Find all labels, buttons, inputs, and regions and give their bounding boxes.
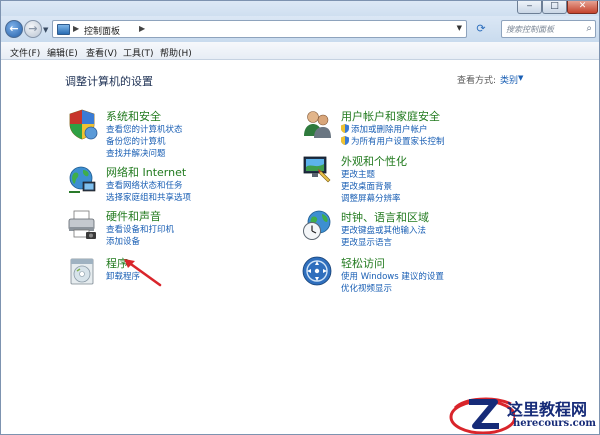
link-add-device[interactable]: 添加设备 [106,235,140,247]
navigation-bar: ← → ▼ ▶ 控制面板 ▶ ▼ ⟳ 搜索控制面板 ⌕ [0,16,600,42]
forward-button[interactable]: → [24,20,42,38]
refresh-icon[interactable]: ⟳ [471,21,491,37]
search-icon[interactable]: ⌕ [586,23,592,34]
uac-shield-icon [341,124,349,133]
address-bar[interactable]: ▶ 控制面板 ▶ ▼ [52,20,467,38]
close-button[interactable]: ✕ [567,0,598,14]
title-bar: ‒ □ ✕ [0,0,600,16]
link-backup-computer[interactable]: 备份您的计算机 [106,135,166,147]
category-title[interactable]: 外观和个性化 [341,153,407,169]
watermark-title: 这里教程网 [507,400,588,419]
link-windows-recommended-settings[interactable]: 使用 Windows 建议的设置 [341,270,444,282]
watermark-domain: herecours.com [513,418,597,429]
link-parental-controls[interactable]: 为所有用户设置家长控制 [341,135,445,147]
watermark: 这里教程网 herecours.com [445,338,600,435]
control-panel-window: ‒ □ ✕ ← → ▼ ▶ 控制面板 ▶ ▼ ⟳ 搜索控制面板 ⌕ 文件(F) … [0,0,600,435]
network-globe-icon[interactable] [66,164,98,196]
link-change-wallpaper[interactable]: 更改桌面背景 [341,180,392,192]
link-add-remove-accounts[interactable]: 添加或删除用户帐户 [341,123,428,135]
link-view-computer-status[interactable]: 查看您的计算机状态 [106,123,183,135]
link-screen-resolution[interactable]: 调整屏幕分辨率 [341,192,401,204]
link-label: 为所有用户设置家长控制 [351,137,445,147]
watermark-logo-icon [449,397,515,435]
breadcrumb-chevron-icon[interactable]: ▶ [73,24,79,33]
programs-disc-icon[interactable] [66,255,98,287]
link-change-theme[interactable]: 更改主题 [341,168,375,180]
red-annotation-arrow [124,259,162,287]
link-troubleshoot[interactable]: 查找并解决问题 [106,147,166,159]
category-title[interactable]: 用户帐户和家庭安全 [341,108,440,124]
category-title[interactable]: 网络和 Internet [106,164,186,180]
ease-of-access-icon[interactable] [301,255,333,287]
maximize-button[interactable]: □ [542,0,567,14]
control-panel-icon [57,24,70,35]
search-placeholder: 搜索控制面板 [506,25,554,34]
printer-icon[interactable] [66,208,98,240]
breadcrumb-chevron-icon[interactable]: ▶ [139,24,145,33]
uac-shield-icon [341,136,349,145]
chevron-down-icon[interactable]: ▼ [518,74,523,82]
link-change-input-method[interactable]: 更改键盘或其他输入法 [341,224,426,236]
back-button[interactable]: ← [5,20,23,38]
category-title[interactable]: 系统和安全 [106,108,161,124]
link-optimize-video[interactable]: 优化视频显示 [341,282,392,294]
link-homegroup-sharing[interactable]: 选择家庭组和共享选项 [106,191,191,203]
breadcrumb-control-panel[interactable]: 控制面板 [84,24,120,37]
address-dropdown-icon[interactable]: ▼ [457,24,462,32]
menu-help[interactable]: 帮助(H) [160,46,192,59]
link-display-language[interactable]: 更改显示语言 [341,236,392,248]
link-network-status[interactable]: 查看网络状态和任务 [106,179,183,191]
link-label: 添加或删除用户帐户 [351,125,428,135]
view-by-label: 查看方式: [457,76,497,86]
search-input[interactable]: 搜索控制面板 ⌕ [501,20,596,38]
menu-tools[interactable]: 工具(T) [123,46,154,59]
minimize-button[interactable]: ‒ [517,0,542,14]
menu-bar: 文件(F) 编辑(E) 查看(V) 工具(T) 帮助(H) [0,42,600,60]
category-title[interactable]: 轻松访问 [341,255,385,271]
category-title[interactable]: 时钟、语言和区域 [341,209,429,225]
menu-edit[interactable]: 编辑(E) [47,46,78,59]
category-title[interactable]: 硬件和声音 [106,208,161,224]
monitor-paint-icon[interactable] [301,153,333,185]
recent-pages-dropdown-icon[interactable]: ▼ [43,26,48,34]
users-icon[interactable] [301,108,333,140]
clock-globe-icon[interactable] [301,209,333,241]
view-by-dropdown[interactable]: 类别 [500,73,518,86]
page-title: 调整计算机的设置 [65,75,153,88]
link-devices-printers[interactable]: 查看设备和打印机 [106,223,174,235]
menu-file[interactable]: 文件(F) [10,46,40,59]
menu-view[interactable]: 查看(V) [86,46,117,59]
shield-icon[interactable] [66,108,98,140]
